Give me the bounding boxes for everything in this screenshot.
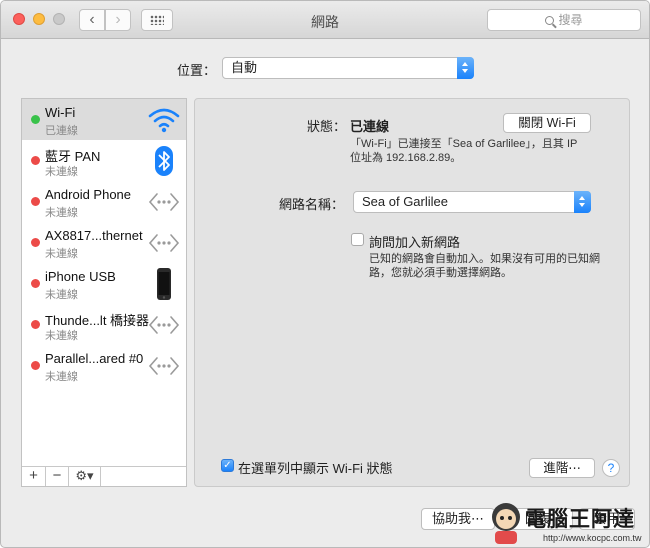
service-name: Wi-Fi <box>45 105 76 120</box>
assist-me-button[interactable]: 協助我⋯ <box>421 508 495 530</box>
wifi-icon <box>147 103 181 137</box>
service-item[interactable]: Thunde...lt 橋接器 未連線 <box>22 304 186 345</box>
service-item[interactable]: Wi-Fi 已連線 <box>22 99 186 140</box>
service-status: 未連線 <box>45 248 78 260</box>
search-placeholder: 搜尋 <box>558 13 583 27</box>
toggle-wifi-button[interactable]: 關閉 Wi-Fi <box>503 113 591 133</box>
status-description-line1: 「Wi-Fi」已連接至「Sea of Garlilee」，且其 IP <box>350 138 578 150</box>
status-dot-icon <box>31 115 40 124</box>
service-status: 未連線 <box>45 207 78 219</box>
status-dot-icon <box>31 238 40 247</box>
remove-service-button[interactable]: − <box>46 467 69 486</box>
search-icon <box>545 16 555 25</box>
service-list: Wi-Fi 已連線 藍牙 PAN 未連線 Android Phone 未連線 AX8817.… <box>21 98 187 487</box>
service-name: iPhone USB <box>45 269 116 284</box>
location-popup[interactable]: 自動 <box>222 57 474 79</box>
checkmark-icon: ✓ <box>223 460 232 471</box>
service-status: 未連線 <box>45 289 78 301</box>
status-dot-icon <box>31 156 40 165</box>
advanced-button[interactable]: 進階⋯ <box>529 458 595 478</box>
network-preferences-window: ‹ › 網路 搜尋 位置： 自動 Wi-Fi 已連線 藍牙 PAN 未連線 Androi… <box>0 0 650 548</box>
service-status: 未連線 <box>45 166 78 178</box>
title-bar: ‹ › 網路 搜尋 <box>1 1 649 39</box>
show-wifi-status-checkbox[interactable]: ✓ <box>221 459 234 472</box>
ethernet-arrows-icon <box>147 226 181 260</box>
service-item[interactable]: Android Phone 未連線 <box>22 181 186 222</box>
ethernet-arrows-icon <box>147 308 181 342</box>
help-button[interactable]: ? <box>602 459 620 477</box>
service-name: Parallel...ared #0 <box>45 351 144 366</box>
status-value: 已連線 <box>350 119 390 134</box>
watermark: 電腦王阿達 http://www.kocpc.com.tw <box>489 501 649 547</box>
add-service-button[interactable]: + <box>22 467 46 486</box>
ask-join-description-line2: 路，您就必須手動選擇網路。 <box>369 267 512 279</box>
watermark-url: http://www.kocpc.com.tw <box>543 533 642 543</box>
service-item[interactable]: Parallel...ared #0 未連線 <box>22 345 186 386</box>
ethernet-arrows-icon <box>147 185 181 219</box>
chevron-updown-icon <box>457 57 474 79</box>
status-label: 狀態： <box>307 119 347 134</box>
service-name: Android Phone <box>45 187 132 202</box>
network-name-popup[interactable]: Sea of Garlilee <box>353 191 591 213</box>
service-name: AX8817...thernet <box>45 228 143 243</box>
service-status: 已連線 <box>45 125 78 137</box>
search-field[interactable]: 搜尋 <box>487 9 641 31</box>
service-item[interactable]: iPhone USB 未連線 <box>22 263 186 304</box>
ask-join-description-line1: 已知的網路會自動加入。如果沒有可用的已知網 <box>369 253 600 265</box>
service-item[interactable]: 藍牙 PAN 未連線 <box>22 140 186 181</box>
action-menu-button[interactable]: ⚙︎▾ <box>69 467 101 486</box>
watermark-text: 電腦王阿達 <box>525 508 635 531</box>
ethernet-arrows-icon <box>147 349 181 383</box>
bluetooth-icon <box>147 144 181 178</box>
show-wifi-status-label: 在選單列中顯示 Wi-Fi 狀態 <box>238 461 393 476</box>
network-name-label: 網路名稱： <box>279 197 345 212</box>
detail-panel: 狀態： 已連線 關閉 Wi-Fi 「Wi-Fi」已連接至「Sea of Garl… <box>194 98 630 487</box>
location-label: 位置： <box>177 63 217 78</box>
service-list-controls: + − ⚙︎▾ <box>22 466 186 486</box>
ask-join-checkbox[interactable] <box>351 233 364 246</box>
status-dot-icon <box>31 320 40 329</box>
iphone-icon <box>147 267 181 301</box>
status-dot-icon <box>31 197 40 206</box>
service-status: 未連線 <box>45 371 78 383</box>
chevron-updown-icon <box>574 191 591 213</box>
service-status: 未連線 <box>45 330 78 342</box>
network-name-value: Sea of Garlilee <box>362 194 448 209</box>
location-value: 自動 <box>231 60 258 75</box>
ask-join-label: 詢問加入新網路 <box>369 235 461 250</box>
service-item[interactable]: AX8817...thernet 未連線 <box>22 222 186 263</box>
watermark-mascot-icon <box>492 503 520 544</box>
status-description-line2: 位址為 192.168.2.89。 <box>350 152 462 164</box>
status-dot-icon <box>31 279 40 288</box>
status-dot-icon <box>31 361 40 370</box>
